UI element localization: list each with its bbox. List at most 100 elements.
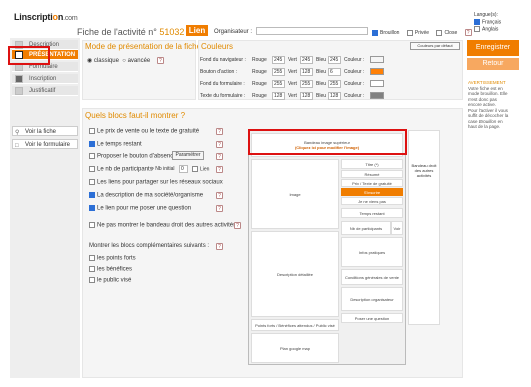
action-blue-input[interactable]: 6 (328, 68, 341, 76)
help-icon[interactable]: ? (464, 29, 472, 36)
form-icon (15, 63, 23, 71)
language-selector: Langue(s): Français Anglais (474, 12, 502, 33)
status-options: Brouillon Privée Close ? (372, 29, 472, 36)
action-color-swatch[interactable] (370, 68, 384, 75)
question-block: Poser une question (341, 313, 403, 323)
lien-option[interactable]: Lien (192, 166, 209, 172)
app-logo[interactable]: Linscription.com (14, 12, 78, 22)
voir-formulaire-link[interactable]: □ Voir le formulaire (12, 139, 78, 149)
close-checkbox[interactable] (436, 29, 443, 36)
block-description-org[interactable]: La description de ma société/organisme (89, 192, 203, 199)
sidebar-item-formulaire[interactable]: Formulaire (12, 62, 78, 72)
organiser-input[interactable] (256, 27, 368, 35)
block-hide-right-banner[interactable]: Ne pas montrer le bandeau droit des autr… (89, 222, 236, 229)
close-option[interactable]: Close (436, 29, 457, 36)
help-icon[interactable]: ? (216, 128, 223, 135)
mode-options: ◉ classique ○ avancée ? (87, 57, 164, 64)
page-title: Fiche de l'activité n° 51032 (77, 27, 185, 37)
absent-block: Je ne viens pas (341, 197, 403, 205)
help-icon[interactable]: ? (216, 141, 223, 148)
lang-fr-checkbox[interactable] (474, 19, 480, 25)
search-icon: ⚲ (15, 130, 20, 136)
lang-en-checkbox[interactable] (474, 26, 480, 33)
cgv-block: Conditions générales de vente (341, 269, 403, 285)
voir-fiche-link[interactable]: ⚲ Voir la fiche (12, 126, 78, 136)
block-participants[interactable]: Le nb de participants (89, 166, 153, 173)
highlights-block: Points forts / Bénéfices attendus / Publ… (251, 319, 339, 331)
form-link-icon: □ (15, 143, 19, 149)
configure-absence-button[interactable]: Paramétrer (172, 151, 204, 160)
bg-green-input[interactable]: 245 (300, 56, 313, 64)
sidebar-item-presentation[interactable]: PRÉSENTATION (12, 50, 78, 60)
register-button-preview: S'inscrire (341, 188, 403, 196)
right-banner-block: Bandeau droit des autres activités (408, 130, 440, 325)
back-button[interactable]: Retour (467, 58, 519, 70)
brouillon-checkbox[interactable] (372, 29, 378, 36)
nb-initial-input[interactable]: 0 (179, 165, 188, 173)
help-icon[interactable]: ? (156, 57, 164, 64)
summary-block: Résumé (341, 170, 403, 178)
help-icon[interactable]: ? (216, 153, 223, 160)
help-icon[interactable]: ? (216, 166, 223, 173)
form-text-color-swatch[interactable] (370, 92, 384, 99)
participants-block: Nb de participants (341, 221, 391, 235)
block-prix[interactable]: Le prix de vente ou le texte de gratuité (89, 128, 199, 135)
form-text-green-input[interactable]: 128 (300, 92, 313, 100)
radio-avancee[interactable]: ○ avancée (122, 58, 150, 64)
layout-preview: Bandeau image supérieur (Cliquez ici pou… (248, 130, 406, 365)
action-green-input[interactable]: 128 (300, 68, 313, 76)
organiser-label: Organisateur : (214, 29, 253, 35)
presentation-icon (15, 51, 23, 59)
colors-title: Couleurs (201, 42, 234, 51)
sidebar-item-justificatif[interactable]: Justificatif (12, 86, 78, 96)
bg-color-swatch[interactable] (370, 56, 384, 63)
mode-title: Mode de présentation de la fiche (85, 42, 202, 51)
help-icon[interactable]: ? (216, 205, 223, 212)
privee-checkbox[interactable] (406, 29, 413, 36)
map-block: Plan google map (251, 333, 339, 363)
block-question[interactable]: Le lien pour me poser une question (89, 205, 191, 212)
action-red-input[interactable]: 255 (272, 68, 285, 76)
block-public[interactable]: le public visé (89, 277, 131, 284)
blocks-title: Quels blocs faut-il montrer ? (85, 111, 186, 120)
bg-blue-input[interactable]: 245 (328, 56, 341, 64)
lang-fr[interactable]: Français (474, 19, 501, 26)
form-bg-green-input[interactable]: 255 (300, 80, 313, 88)
title-block: Titre (*) (341, 159, 403, 169)
block-absence[interactable]: Proposer le bouton d'absence (89, 153, 177, 160)
top-banner-block[interactable]: Bandeau image supérieur (Cliquez ici pou… (251, 133, 403, 157)
bg-red-input[interactable]: 245 (272, 56, 285, 64)
description-block: Description détaillée (251, 231, 339, 317)
sidebar-item-inscription[interactable]: Inscription (12, 74, 78, 84)
image-block: Image (251, 159, 339, 229)
block-points-forts[interactable]: les points forts (89, 255, 136, 262)
price-block: Prix / Texte de gratuité (341, 179, 403, 187)
help-icon[interactable]: ? (234, 222, 241, 229)
practical-info-block: Infos pratiques (341, 237, 403, 267)
help-icon[interactable]: ? (216, 192, 223, 199)
form-text-red-input[interactable]: 128 (272, 92, 285, 100)
time-left-block: Temps restant (341, 208, 403, 218)
privee-option[interactable]: Privée (406, 29, 429, 36)
description-icon (15, 41, 23, 49)
save-button[interactable]: Enregistrer (467, 40, 519, 56)
lang-en[interactable]: Anglais (474, 26, 501, 33)
form-bg-blue-input[interactable]: 255 (328, 80, 341, 88)
help-icon[interactable]: ? (216, 243, 223, 250)
radio-classique[interactable]: ◉ classique (87, 58, 119, 64)
block-benefices[interactable]: les bénéfices (89, 266, 132, 273)
block-social[interactable]: Les liens pour partager sur les réseaux … (89, 179, 223, 186)
default-colors-button[interactable]: Couleurs par défaut (410, 42, 460, 50)
form-bg-red-input[interactable]: 255 (272, 80, 285, 88)
sidebar-item-description[interactable]: Description (12, 40, 78, 50)
lien-button[interactable]: Lien (186, 25, 208, 36)
voir-block: Voir (391, 221, 403, 235)
form-text-blue-input[interactable]: 128 (328, 92, 341, 100)
block-temps[interactable]: Le temps restant (89, 141, 142, 148)
justificatif-icon (15, 87, 23, 95)
color-rows: Fond du navigateur : Rouge 245 Vert 245 … (200, 56, 400, 106)
brouillon-option[interactable]: Brouillon (372, 29, 399, 36)
draft-warning: AVERTISSEMENT Votre fiche est en mode br… (468, 80, 509, 129)
inscription-icon (15, 75, 23, 83)
form-bg-color-swatch[interactable] (370, 80, 384, 87)
